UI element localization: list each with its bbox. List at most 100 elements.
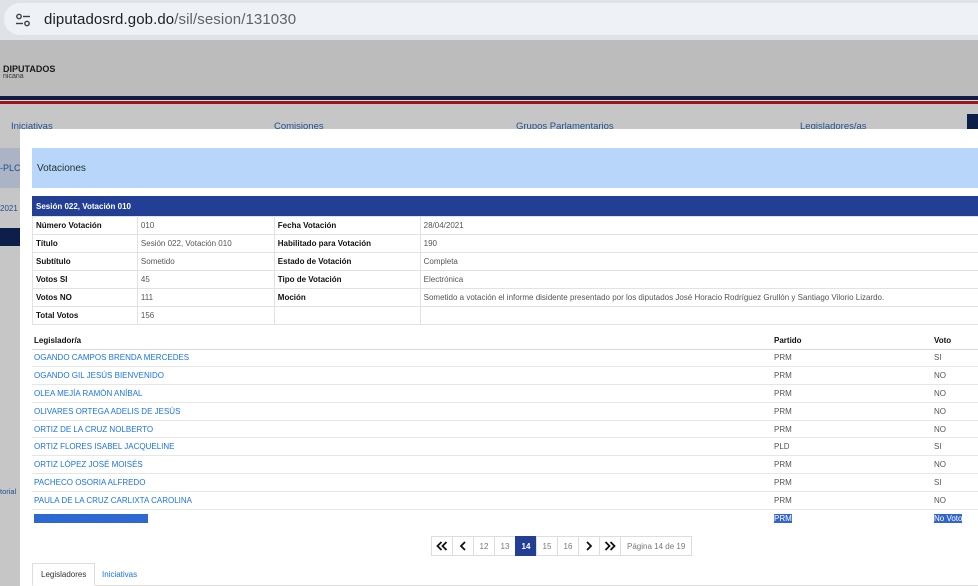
page-13-button[interactable]: 13 [494, 536, 516, 556]
info-value: 156 [136, 306, 275, 325]
legislator-name-cell: OGANDO CAMPOS BRENDA MERCEDES [32, 349, 772, 368]
tab-iniciativas[interactable]: Iniciativas [94, 563, 145, 586]
party-cell: PRM [772, 402, 932, 421]
legislator-link[interactable]: ORTIZ DE LA CRUZ NOLBERTO [34, 425, 153, 434]
party-cell: PRM [772, 473, 932, 492]
vote-row: OGANDO CAMPOS BRENDA MERCEDES PRM SI [32, 349, 978, 368]
header-partido[interactable]: Partido [772, 333, 932, 350]
party-value: PRM [774, 477, 792, 487]
info-label: Fecha Votación [273, 216, 421, 235]
page-12-button[interactable]: 12 [473, 536, 495, 556]
legislator-link[interactable]: ORTIZ LÓPEZ JOSÉ MOISÉS [34, 460, 143, 469]
info-value: 190 [419, 234, 978, 253]
vote-cell: NO [932, 420, 978, 439]
url-path: /sil/sesion/131030 [174, 11, 297, 28]
party-value: PLD [774, 442, 790, 452]
site-settings-icon[interactable] [15, 12, 31, 28]
page-14-button-current[interactable]: 14 [515, 536, 537, 556]
party-cell: PRM [772, 509, 932, 527]
info-row: Votos NO 111 Moción Sometido a votación el … [32, 288, 978, 307]
legislator-name-cell: ORTIZ LÓPEZ JOSÉ MOISÉS [32, 455, 772, 475]
tab-legisladores[interactable]: Legisladores [32, 563, 96, 586]
party-cell: PLD [772, 437, 932, 457]
info-value: 45 [136, 270, 275, 289]
vote-cell: No Voto [932, 509, 978, 527]
info-value: Sometido a votación el informe disidente… [419, 288, 978, 307]
site-logo-subtitle: nicana [3, 73, 24, 80]
url-text[interactable]: diputadosrd.gob.do/sil/sesion/131030 [44, 11, 296, 28]
vote-value: NO [934, 388, 946, 398]
double-chevron-right-icon [604, 541, 616, 551]
vote-cell: SI [932, 437, 978, 457]
info-label: Votos SI [32, 270, 138, 289]
party-cell: PRM [772, 455, 932, 475]
bottom-tabs: Legisladores Iniciativas [32, 563, 978, 586]
session-vote-title: Sesión 022, Votación 010 [36, 202, 132, 211]
info-value: 010 [136, 216, 275, 235]
legislator-link[interactable]: PAULINO FRANCISCO JAVIER [34, 513, 148, 523]
next-page-button[interactable] [578, 536, 600, 556]
vote-value: SI [934, 353, 942, 363]
info-row: Votos SI 45 Tipo de Votación Electrónica [32, 270, 978, 289]
legislator-link[interactable]: OGANDO CAMPOS BRENDA MERCEDES [34, 353, 189, 362]
page-15-button[interactable]: 15 [536, 536, 558, 556]
info-label [273, 306, 421, 325]
vote-value: NO [934, 495, 946, 505]
vote-value: NO [934, 406, 946, 416]
info-label: Votos NO [32, 288, 138, 307]
page-16-button[interactable]: 16 [557, 536, 579, 556]
party-value: PRM [774, 406, 792, 416]
vote-row: PACHECO OSORIA ALFREDO PRM SI [32, 473, 978, 492]
info-row: Título Sesión 022, Votación 010 Habilitado… [32, 234, 978, 253]
vote-cell: SI [932, 349, 978, 368]
legislator-name-cell: PACHECO OSORIA ALFREDO [32, 473, 772, 492]
legislator-link[interactable]: PAULA DE LA CRUZ CARLIXTA CAROLINA [34, 496, 192, 505]
header-voto[interactable]: Voto [932, 333, 978, 350]
header-stripe-red [0, 101, 978, 104]
info-label: Moción [273, 288, 421, 307]
header-legislador[interactable]: Legislador/a [32, 333, 772, 350]
party-cell: PRM [772, 366, 932, 386]
first-page-button[interactable] [431, 536, 453, 556]
url-host: diputadosrd.gob.do [44, 11, 175, 28]
party-value: PRM [774, 371, 792, 381]
vote-cell: NO [932, 455, 978, 475]
address-bar[interactable]: diputadosrd.gob.do/sil/sesion/131030 [4, 3, 978, 35]
vote-row: OGANDO GIL JESÚS BIENVENIDO PRM NO [32, 366, 978, 386]
vote-row: PAULINO FRANCISCO JAVIER PRM No Voto [32, 509, 978, 527]
legislator-link[interactable]: OGANDO GIL JESÚS BIENVENIDO [34, 371, 164, 380]
last-page-button[interactable] [599, 536, 621, 556]
legislator-name-cell: ORTIZ DE LA CRUZ NOLBERTO [32, 420, 772, 439]
double-chevron-left-icon [436, 541, 448, 551]
legislators-votes-table: Legislador/a Partido Voto OGANDO CAMPOS … [32, 333, 978, 527]
prev-page-button[interactable] [452, 536, 474, 556]
info-value [419, 306, 978, 325]
legislator-link[interactable]: PACHECO OSORIA ALFREDO [34, 478, 145, 487]
legislator-link[interactable]: OLEA MEJÍA RAMÓN ANÍBAL [34, 389, 142, 398]
info-value: Sometido [136, 252, 275, 271]
party-value: PRM [774, 513, 792, 523]
chevron-left-icon [459, 541, 466, 551]
party-cell: PRM [772, 491, 932, 510]
vote-info-table: Número Votación 010 Fecha Votación 28/04/20… [32, 216, 978, 325]
vote-row: OLEA MEJÍA RAMÓN ANÍBAL PRM NO [32, 384, 978, 403]
info-row: Subtítulo Sometido Estado de Votación Compl… [32, 252, 978, 271]
legislator-name-cell: OGANDO GIL JESÚS BIENVENIDO [32, 366, 772, 386]
vote-row: PAULA DE LA CRUZ CARLIXTA CAROLINA PRM NO [32, 491, 978, 510]
party-cell: PRM [772, 384, 932, 403]
side-history-link[interactable]: torial [0, 487, 16, 496]
info-label: Habilitado para Votación [273, 234, 421, 253]
nav-search-button[interactable] [967, 114, 978, 130]
legislator-link[interactable]: OLIVARES ORTEGA ADELIS DE JESÚS [34, 407, 180, 416]
pagination: 12 13 14 15 16 Página 14 de 19 [431, 536, 693, 556]
vote-value: SI [934, 477, 942, 487]
legislator-link[interactable]: ORTIZ FLORES ISABEL JACQUELINE [34, 442, 174, 451]
vote-value: No Voto [934, 513, 963, 523]
party-value: PRM [774, 424, 792, 434]
legislator-name-cell: PAULA DE LA CRUZ CARLIXTA CAROLINA [32, 491, 772, 510]
info-value: Electrónica [419, 270, 978, 289]
vote-row: ORTIZ FLORES ISABEL JACQUELINE PLD SI [32, 437, 978, 457]
info-label: Número Votación [32, 216, 138, 235]
page-info: Página 14 de 19 [620, 536, 693, 556]
legislator-name-cell: OLEA MEJÍA RAMÓN ANÍBAL [32, 384, 772, 403]
